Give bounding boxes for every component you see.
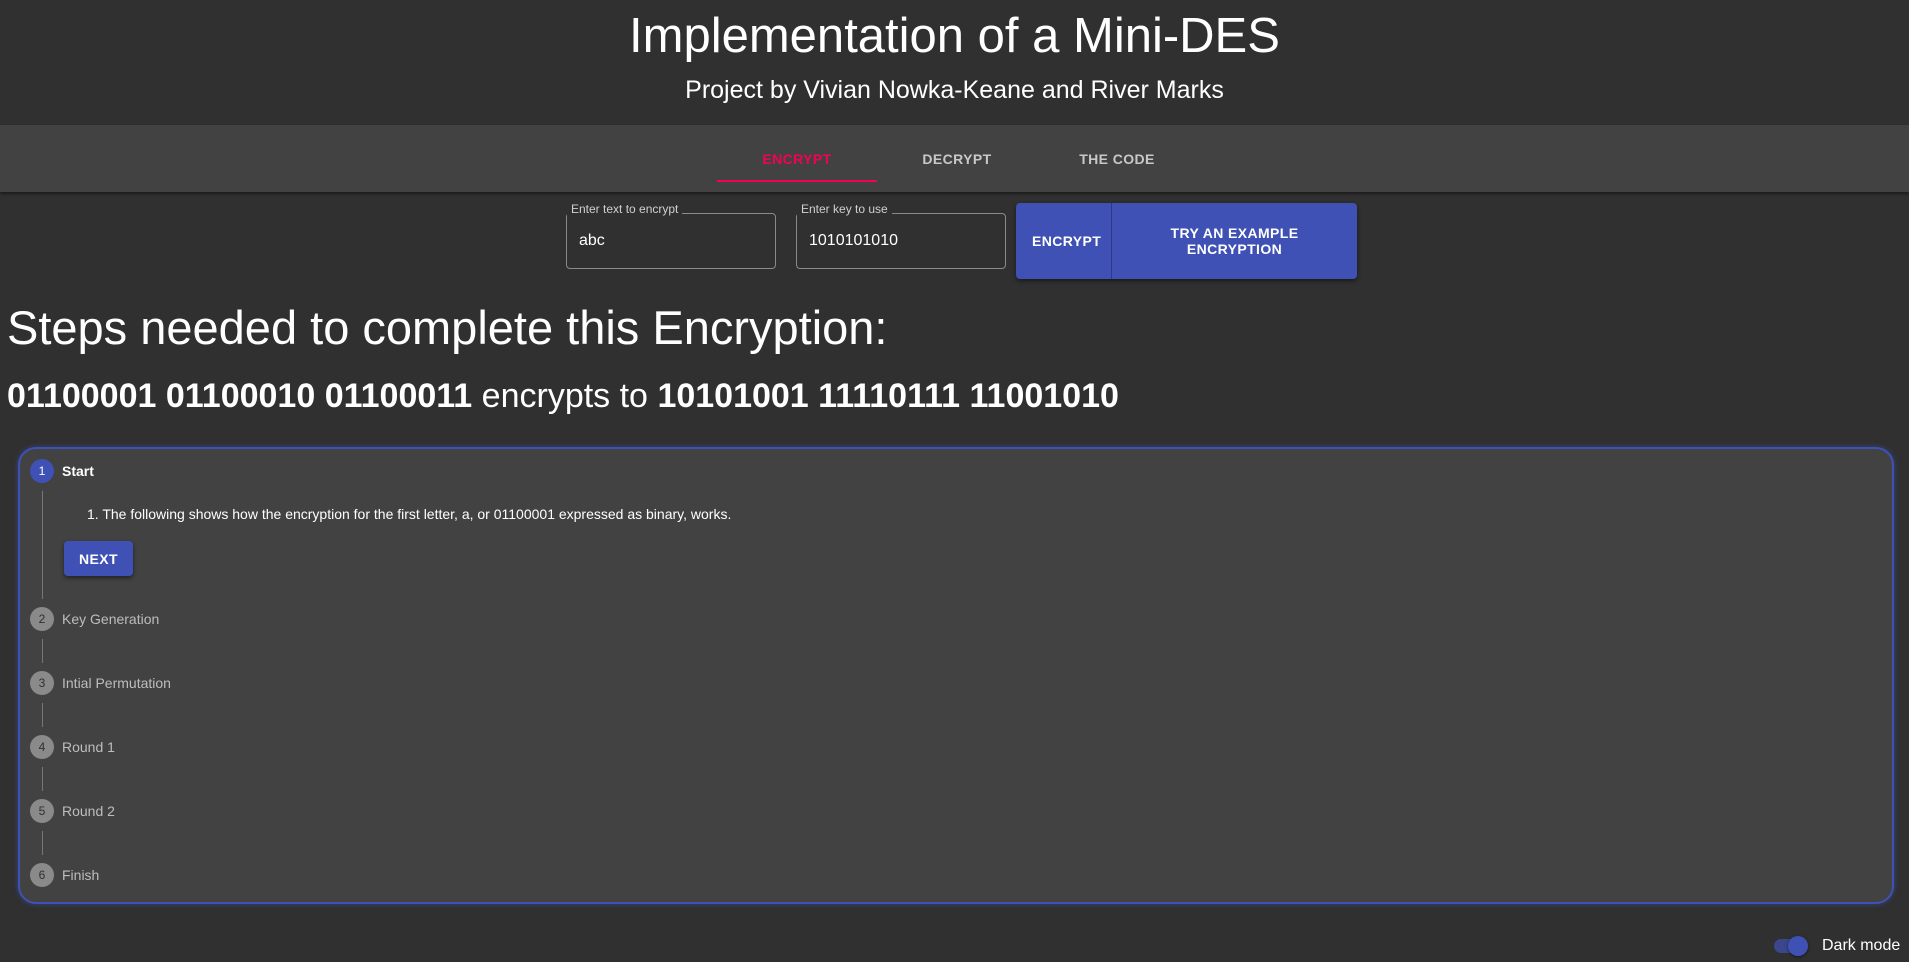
- step-1-content: 1. The following shows how the encryptio…: [87, 506, 732, 522]
- dark-mode-switch-thumb[interactable]: [1788, 936, 1808, 956]
- step-3-label[interactable]: Intial Permutation: [62, 675, 171, 691]
- step-3-icon: 3: [30, 671, 54, 695]
- step-connector: [42, 831, 43, 855]
- tab-decrypt[interactable]: DECRYPT: [877, 125, 1037, 192]
- text-to-encrypt-field: Enter text to encrypt: [566, 202, 776, 269]
- encrypt-button-group: ENCRYPT TRY AN EXAMPLE ENCRYPTION: [1016, 203, 1357, 279]
- ciphertext-bits: 10101001 11110111 11001010: [657, 377, 1119, 415]
- app-subtitle: Project by Vivian Nowka-Keane and River …: [685, 76, 1224, 104]
- next-button[interactable]: NEXT: [64, 541, 133, 576]
- encrypt-button[interactable]: ENCRYPT: [1016, 203, 1112, 279]
- tabs: ENCRYPT DECRYPT THE CODE: [717, 125, 1197, 192]
- encryption-result: 01100001 01100010 01100011 encrypts to 1…: [7, 374, 1119, 418]
- step-2-icon: 2: [30, 607, 54, 631]
- step-5-label[interactable]: Round 2: [62, 803, 115, 819]
- plaintext-bits: 01100001 01100010 01100011: [7, 377, 473, 415]
- dark-mode-label: Dark mode: [1822, 937, 1901, 954]
- step-6-label[interactable]: Finish: [62, 867, 99, 883]
- tab-encrypt[interactable]: ENCRYPT: [717, 125, 877, 192]
- step-connector: [42, 767, 43, 791]
- step-1-icon: 1: [30, 459, 54, 483]
- tab-bar: ENCRYPT DECRYPT THE CODE: [0, 125, 1909, 192]
- app-title: Implementation of a Mini-DES: [629, 9, 1280, 63]
- step-connector: [42, 703, 43, 727]
- steps-heading: Steps needed to complete this Encryption…: [7, 301, 888, 354]
- step-5-icon: 5: [30, 799, 54, 823]
- key-field: Enter key to use: [796, 202, 1006, 269]
- step-4-label[interactable]: Round 1: [62, 739, 115, 755]
- try-example-encryption-button[interactable]: TRY AN EXAMPLE ENCRYPTION: [1112, 203, 1357, 279]
- encryption-stepper: 1 Start 1. The following shows how the e…: [18, 447, 1894, 904]
- step-1-label[interactable]: Start: [62, 463, 94, 479]
- step-6-icon: 6: [30, 863, 54, 887]
- step-4-icon: 4: [30, 735, 54, 759]
- tab-the-code[interactable]: THE CODE: [1037, 125, 1197, 192]
- step-connector: [42, 491, 43, 599]
- key-input[interactable]: [809, 213, 994, 269]
- step-2-label[interactable]: Key Generation: [62, 611, 159, 627]
- text-to-encrypt-input[interactable]: [579, 213, 764, 269]
- encrypts-to-text: encrypts to: [481, 377, 648, 415]
- step-connector: [42, 639, 43, 663]
